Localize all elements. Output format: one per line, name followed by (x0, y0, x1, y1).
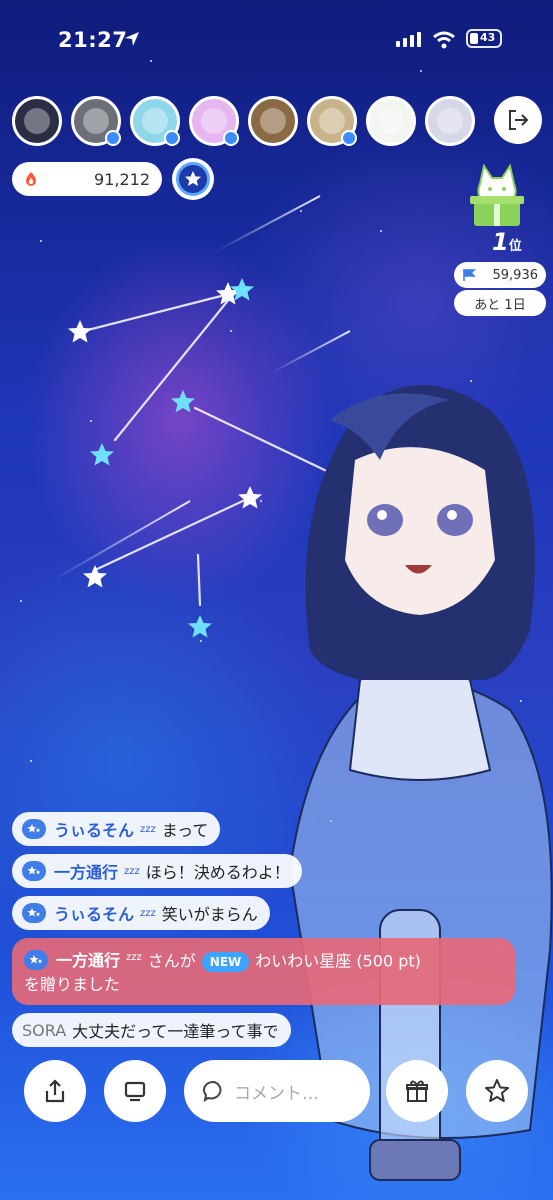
points-counter[interactable]: 91,212 (12, 162, 162, 196)
points-value: 91,212 (94, 169, 150, 189)
comment-author: うぃるそん (54, 905, 135, 924)
verified-badge-icon (223, 130, 239, 146)
background-star (30, 760, 32, 762)
ranking-remaining: あと 1日 (474, 297, 526, 313)
avatar-face (24, 108, 50, 134)
screen-icon (124, 1081, 146, 1102)
star-badge-icon (22, 903, 46, 923)
avatar-face (378, 108, 404, 134)
comment-placeholder: コメント… (234, 1083, 319, 1104)
exit-button[interactable] (494, 96, 542, 144)
sleep-zz: zzz (140, 823, 156, 835)
comment-author: SORA (22, 1020, 67, 1040)
ranking-number: 1 (492, 228, 509, 256)
battery-icon: 43 (466, 29, 502, 48)
gift-icon (406, 1080, 428, 1102)
star-badge-icon (22, 819, 46, 839)
viewer-avatar[interactable] (248, 96, 298, 146)
comment-bubble: うぃるそん zzz まって (12, 812, 221, 846)
avatar (12, 96, 62, 146)
display-button[interactable] (104, 1060, 166, 1122)
star-icon (171, 390, 195, 413)
viewer-avatar[interactable] (130, 96, 180, 146)
viewer-avatar[interactable] (71, 96, 121, 146)
avatar-face (319, 108, 345, 134)
background-star (380, 230, 382, 232)
gift-suffix: さんが (147, 951, 196, 971)
verified-badge-icon (164, 130, 180, 146)
gift-notice: 一方通行 zzz さんが NEW わいわい星座 (500 pt) を贈りました (12, 938, 515, 1006)
viewer-avatar[interactable] (307, 96, 357, 146)
flag-icon (463, 269, 476, 281)
wifi-icon (433, 31, 455, 49)
sleep-zz: zzz (124, 865, 140, 877)
background-star (20, 600, 22, 602)
comment-text: まって (161, 821, 209, 840)
ranking-gift-cat-icon[interactable] (462, 160, 532, 230)
share-icon (45, 1079, 65, 1103)
star-outline-icon (485, 1079, 509, 1102)
avatar-face (83, 108, 109, 134)
ranking-unit: 位 (508, 239, 522, 254)
comment-bubble: SORA 大丈夫だって一達筆って事で (12, 1013, 291, 1048)
ranking-score-pill[interactable]: 59,936 (454, 262, 546, 288)
comment-text: 笑いがまらん (161, 905, 258, 924)
sleep-zz: zzz (126, 952, 142, 963)
gift-button[interactable] (386, 1060, 448, 1122)
star-icon (185, 171, 201, 186)
star-badge-icon (22, 861, 46, 881)
ranking-score: 59,936 (492, 267, 539, 283)
verified-badge-icon (341, 130, 357, 146)
avatar-face (260, 108, 286, 134)
comment-text: ほら！決めるわよ！ (145, 863, 290, 882)
sleep-zz: zzz (140, 907, 156, 919)
star-icon (188, 615, 212, 638)
avatar-face (201, 108, 227, 134)
comment-bubble: うぃるそん zzz 笑いがまらん (12, 896, 270, 930)
viewer-avatar[interactable] (189, 96, 239, 146)
clock: 21:27 (58, 28, 128, 52)
star-icon (238, 486, 262, 509)
cellular-signal-icon (396, 32, 421, 47)
new-badge: NEW (201, 951, 250, 972)
avatar-face (437, 108, 463, 134)
comment-author: 一方通行 (54, 863, 119, 882)
star-icon (68, 320, 92, 343)
flame-icon (26, 172, 36, 186)
star-badge-icon (24, 950, 48, 971)
location-arrow-icon (125, 32, 139, 46)
battery-level: 43 (480, 31, 496, 44)
favorite-button[interactable] (466, 1060, 528, 1122)
comment-input[interactable]: コメント… (184, 1060, 370, 1122)
comment-text: 大丈夫だって一達筆って事で (72, 1022, 279, 1042)
background-star (40, 240, 42, 242)
ranking-position: 1位 (492, 228, 522, 256)
avatar (425, 96, 475, 146)
share-button[interactable] (24, 1060, 86, 1122)
background-star (300, 210, 302, 212)
status-bar: 21:27 43 (0, 0, 553, 80)
verified-badge-icon (105, 130, 121, 146)
comment-feed: うぃるそん zzz まって一方通行 zzz ほら！決めるわよ！ うぃるそん zzz 笑いがまら… (12, 812, 532, 1055)
gift-name: わいわい星座 (500 pt) (255, 951, 421, 971)
exit-icon (509, 110, 529, 130)
viewer-avatar[interactable] (366, 96, 416, 146)
avatar-face (142, 108, 168, 134)
viewer-avatar[interactable] (425, 96, 475, 146)
viewer-avatar[interactable] (12, 96, 62, 146)
top-viewers-row (12, 96, 475, 146)
star-icon (83, 565, 107, 588)
bottom-toolbar: コメント… (0, 1060, 553, 1124)
avatar (248, 96, 298, 146)
comment-author: うぃるそん (54, 821, 135, 840)
speech-bubble-icon (203, 1080, 222, 1103)
ranking-remaining-pill[interactable]: あと 1日 (454, 290, 546, 316)
comment-bubble: 一方通行 zzz ほら！決めるわよ！ (12, 854, 302, 888)
gift-sender-name: 一方通行 (56, 951, 121, 971)
avatar (366, 96, 416, 146)
gift-line2: を贈りました (24, 975, 121, 995)
star-level-button[interactable] (172, 158, 214, 200)
star-icon (90, 443, 114, 466)
